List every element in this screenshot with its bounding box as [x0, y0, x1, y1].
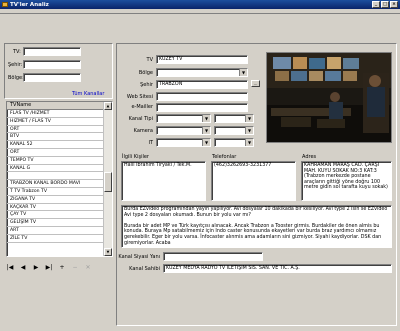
it-combo-2[interactable]: ▼: [214, 138, 254, 147]
filter-bolge-label: Bölge:: [8, 75, 24, 81]
telefon-label: Telefonlar: [212, 154, 237, 160]
filter-tv-input[interactable]: [23, 47, 81, 56]
filter-sehir-input[interactable]: [23, 60, 81, 69]
chevron-down-icon[interactable]: ▼: [202, 115, 210, 122]
it-label: IT: [148, 140, 153, 146]
kanal-tipi-combo-2[interactable]: ▼: [214, 114, 254, 123]
cancel-record-icon[interactable]: ✕: [84, 264, 92, 271]
ilgili-memo[interactable]: Halil İbrahim Tiryaki / Tek.M.: [121, 161, 206, 201]
add-record-icon[interactable]: +: [58, 264, 66, 271]
notes-memo[interactable]: Burda EZvideo programından yayın yapılıy…: [121, 205, 392, 248]
chevron-down-icon[interactable]: ▼: [245, 139, 253, 146]
chevron-down-icon[interactable]: ▼: [202, 127, 210, 134]
email-field[interactable]: [156, 103, 248, 112]
ilgili-label: İlgili Kişiler: [122, 154, 149, 160]
list-item[interactable]: BTV: [7, 133, 105, 142]
minimize-button[interactable]: _: [372, 1, 380, 8]
kamera-label: Kamera: [133, 128, 153, 134]
sahip-field[interactable]: KUZEY MEDYA RADYO TV İLETİŞİM SIS. SAN. …: [163, 264, 392, 273]
chevron-down-icon[interactable]: ▼: [239, 69, 247, 76]
chevron-down-icon[interactable]: ▼: [202, 139, 210, 146]
filter-tv-label: TV:: [13, 49, 21, 55]
tv-label: TV: [146, 57, 153, 63]
scroll-down-icon[interactable]: ▼: [104, 248, 112, 256]
yayin-label: Kanal Siyasi Yanı: [118, 254, 160, 260]
sahip-label: Kanal Sahibi: [129, 266, 160, 272]
sehir-lookup-button[interactable]: …: [251, 80, 260, 87]
list-item[interactable]: KANAL G: [7, 165, 105, 173]
list-item[interactable]: ORT: [7, 149, 105, 157]
list-scrollbar[interactable]: ▲ ▼: [103, 102, 112, 256]
scroll-up-icon[interactable]: ▲: [104, 102, 112, 110]
tv-field[interactable]: KUZEY TV: [156, 55, 248, 64]
kamera-combo[interactable]: ▼: [156, 126, 211, 135]
channel-photo: [266, 52, 392, 143]
list-item[interactable]: KANAL 52: [7, 141, 105, 149]
list-item[interactable]: ART: [7, 227, 105, 235]
sehir-label: Şehir: [140, 82, 153, 88]
web-label: Web Sitesi: [126, 94, 153, 100]
filter-sehir-label: Şehir:: [8, 62, 23, 68]
column-tvname[interactable]: TVName: [7, 102, 105, 109]
close-button[interactable]: ×: [390, 1, 398, 8]
scroll-thumb[interactable]: [104, 172, 112, 192]
bolge-label: Bölge: [138, 70, 153, 76]
window-title: TV'ler Analiz: [10, 1, 49, 8]
next-record-icon[interactable]: ▶: [32, 264, 40, 271]
kanal-tipi-combo[interactable]: ▼: [156, 114, 211, 123]
record-navigator: |◀ ◀ ▶ ▶| + − ✕: [6, 264, 92, 271]
yayin-field[interactable]: [163, 252, 263, 261]
first-record-icon[interactable]: |◀: [6, 264, 14, 271]
control-room-image: [267, 53, 391, 142]
channel-list[interactable]: TVName FLAS TV /HIZMET HIZMET / FLAS TV OR…: [6, 101, 113, 257]
list-item[interactable]: ÇAY TV: [7, 211, 105, 220]
list-item[interactable]: KAÇKAR TV: [7, 204, 105, 212]
kanal-tipi-label: Kanal Tipi: [128, 116, 153, 122]
sehir-field[interactable]: TRABZON: [156, 80, 248, 89]
list-item[interactable]: ZIGANA TV: [7, 196, 105, 204]
last-record-icon[interactable]: ▶|: [45, 264, 53, 271]
adres-memo[interactable]: KAHRAMAN MARAŞ CAD. ÇARŞI MAH. KUYU SOKA…: [301, 161, 392, 201]
app-icon: [2, 1, 8, 7]
prev-record-icon[interactable]: ◀: [19, 264, 27, 271]
list-item[interactable]: TRABZON KANAL BORDO MAVI: [7, 180, 105, 188]
kamera-combo-2[interactable]: ▼: [214, 126, 254, 135]
list-item[interactable]: GELİŞİM TV: [7, 219, 105, 227]
list-header: TVName: [7, 102, 112, 110]
delete-record-icon[interactable]: −: [71, 264, 79, 271]
list-item[interactable]: TEMPO TV: [7, 157, 105, 165]
maximize-button[interactable]: □: [381, 1, 389, 8]
list-item[interactable]: [7, 172, 105, 181]
web-field[interactable]: [156, 92, 248, 101]
bolge-combo[interactable]: ▼: [156, 68, 248, 77]
email-label: e-Mailler: [131, 104, 153, 110]
chevron-down-icon[interactable]: ▼: [245, 115, 253, 122]
list-rows: FLAS TV /HIZMET HIZMET / FLAS TV ORT BTV KAN…: [7, 110, 105, 243]
list-item[interactable]: HIZMET / FLAS TV: [7, 118, 105, 126]
list-item[interactable]: ZİLE TV: [7, 235, 105, 243]
chevron-down-icon[interactable]: ▼: [245, 127, 253, 134]
list-item[interactable]: FLAS TV /HIZMET: [7, 110, 105, 118]
toolbar-strip: [0, 9, 400, 14]
list-item[interactable]: ORT: [7, 126, 105, 134]
title-bar: TV'ler Analiz _ □ ×: [0, 0, 400, 9]
all-channels-link[interactable]: Tüm Kanallar: [72, 91, 104, 97]
telefon-memo[interactable]: (462)3262693-3231377: [211, 161, 296, 201]
adres-label: Adres: [302, 154, 317, 160]
filter-bolge-input[interactable]: [23, 73, 81, 82]
it-combo[interactable]: ▼: [156, 138, 211, 147]
list-item[interactable]: T TV Trabzon TV: [7, 188, 105, 196]
